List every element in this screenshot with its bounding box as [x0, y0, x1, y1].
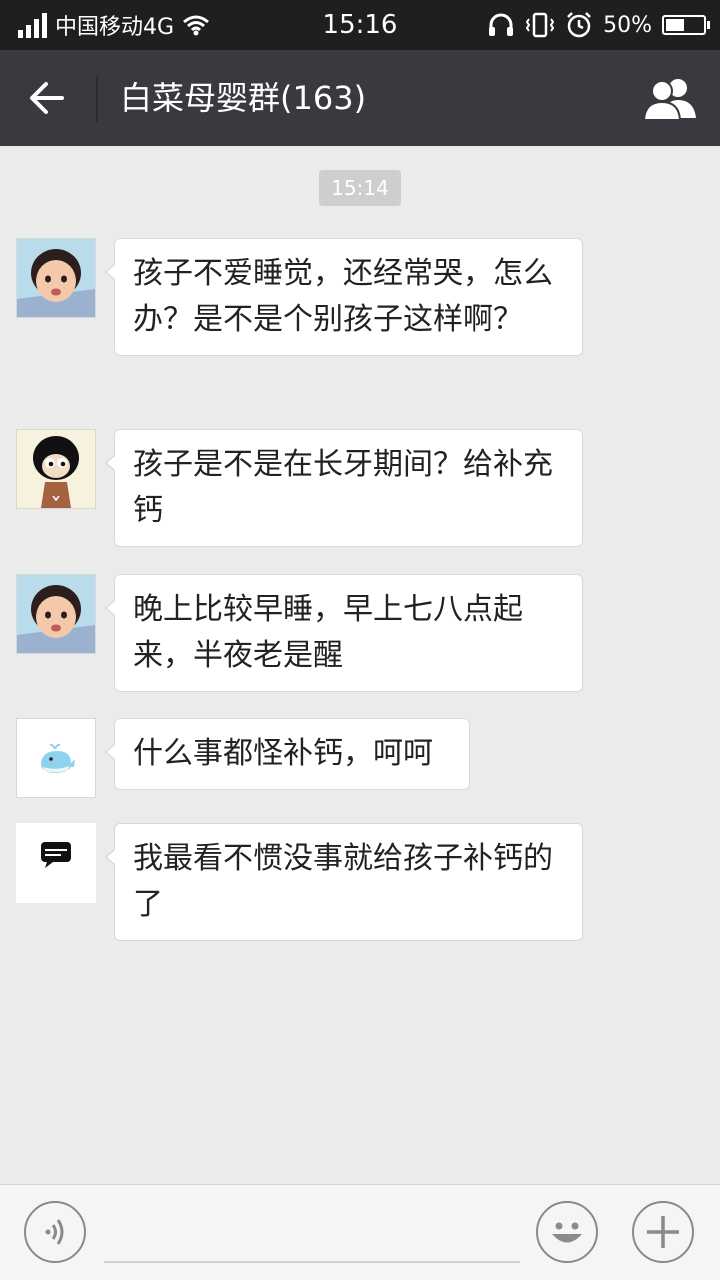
plus-icon [647, 1216, 679, 1248]
message-bubble[interactable]: 晚上比较早睡，早上七八点起来，半夜老是醒 [105, 574, 583, 692]
vibrate-icon [525, 12, 555, 38]
chat-header: 白菜母婴群(163) [0, 50, 720, 146]
cartoon-girl-avatar[interactable] [16, 429, 96, 509]
baby-girl-avatar[interactable] [16, 574, 96, 654]
emoji-icon [552, 1222, 582, 1243]
battery-fill [666, 19, 684, 31]
message-input[interactable] [104, 1207, 520, 1263]
group-title: 白菜母婴群(163) [120, 79, 367, 117]
whale-avatar[interactable] [16, 718, 96, 798]
battery-icon [662, 15, 710, 35]
message-bubble[interactable]: 孩子是不是在长牙期间？给补充钙 [105, 429, 583, 547]
chat-timestamp: 15:14 [319, 170, 401, 206]
speech-bubble-avatar[interactable] [16, 823, 96, 903]
more-button[interactable] [632, 1201, 694, 1263]
voice-icon [45, 1219, 64, 1245]
emoji-button[interactable] [536, 1201, 598, 1263]
back-arrow-icon[interactable] [22, 74, 74, 122]
baby-girl-avatar[interactable] [16, 238, 96, 318]
battery-percent: 50% [603, 12, 652, 38]
header-divider [96, 76, 98, 122]
message-bubble[interactable]: 孩子不爱睡觉，还经常哭，怎么办？是不是个别孩子这样啊？ [105, 238, 583, 356]
input-bar [0, 1184, 720, 1280]
group-members-icon[interactable] [642, 72, 702, 124]
headphones-icon [489, 13, 514, 36]
message-bubble[interactable]: 我最看不惯没事就给孩子补钙的了 [105, 823, 583, 941]
status-bar: 中国移动4G 15:16 50% [0, 0, 720, 50]
alarm-icon [567, 12, 591, 38]
voice-button[interactable] [24, 1201, 86, 1263]
status-right: 50% [487, 0, 710, 50]
message-bubble[interactable]: 什么事都怪补钙，呵呵 [105, 718, 470, 790]
